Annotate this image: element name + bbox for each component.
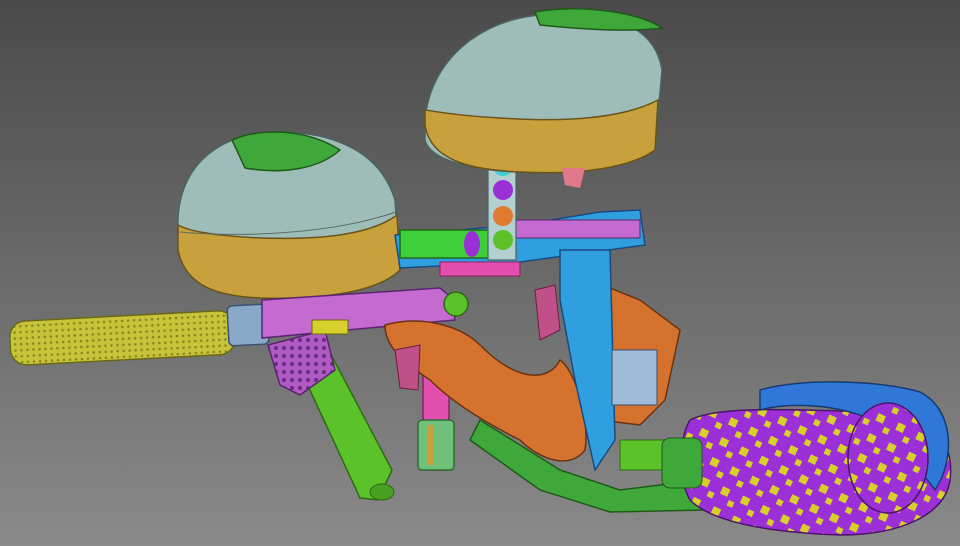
paintball-marker-cad-render — [0, 0, 960, 546]
cad-viewport — [0, 0, 960, 546]
left-hopper — [177, 131, 401, 299]
